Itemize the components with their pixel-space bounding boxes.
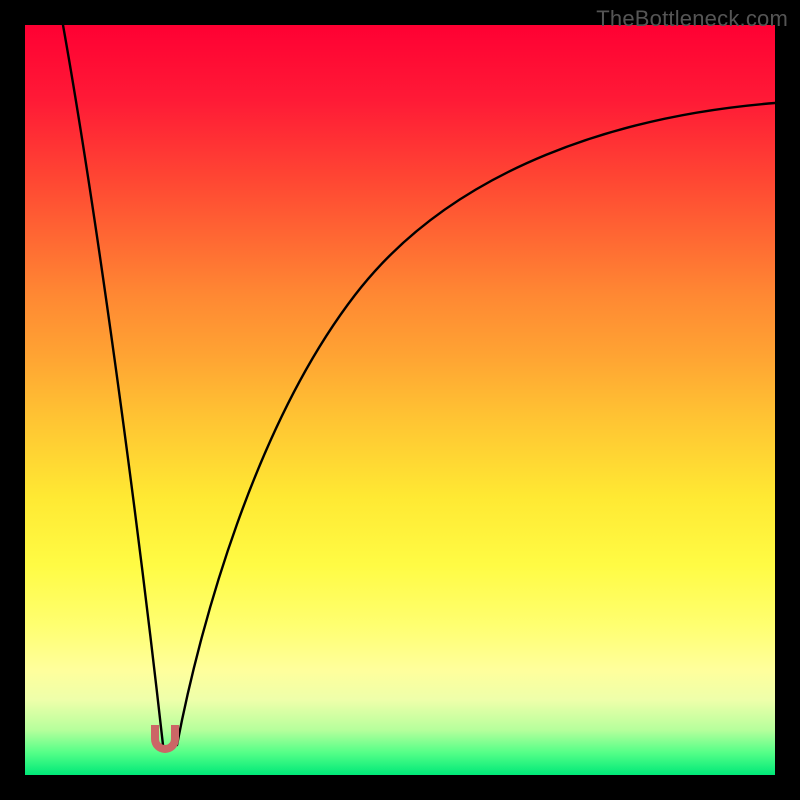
curve-left-branch xyxy=(63,25,163,745)
plot-area xyxy=(25,25,775,775)
curve-right-branch xyxy=(177,103,775,745)
optimal-point-marker xyxy=(151,725,179,753)
credit-label: TheBottleneck.com xyxy=(596,6,788,32)
chart-frame: TheBottleneck.com xyxy=(0,0,800,800)
bottleneck-curves xyxy=(25,25,775,775)
